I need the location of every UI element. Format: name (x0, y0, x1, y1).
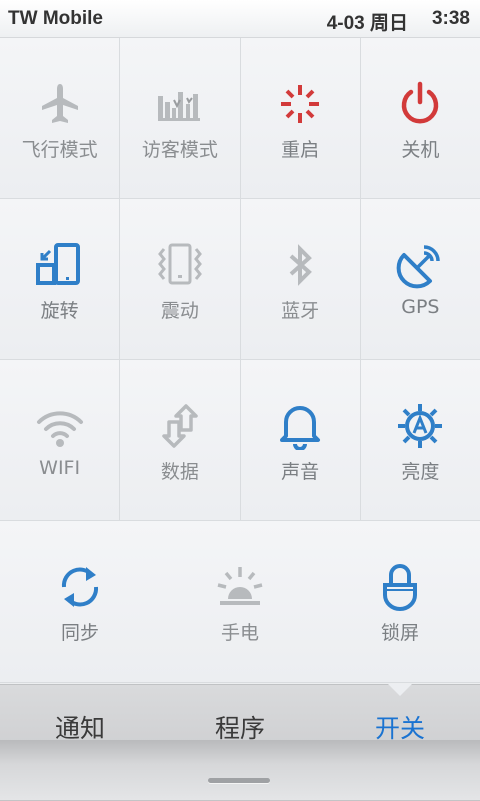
status-bar: TW Mobile 4-03 周日 3:38 (0, 0, 480, 38)
toggle-label: 旋转 (40, 300, 79, 322)
lock-screen-icon (383, 564, 417, 611)
power-icon (402, 81, 439, 124)
toggle-flashlight[interactable]: 手电 (160, 521, 320, 683)
toggle-guest-mode[interactable]: 访客模式 (120, 38, 241, 199)
carrier-name: TW Mobile (8, 8, 103, 29)
data-icon (162, 404, 198, 448)
bluetooth-icon (289, 244, 313, 286)
gps-icon (397, 245, 441, 289)
toggle-data[interactable]: 数据 (120, 360, 241, 521)
rotate-icon (35, 243, 80, 285)
active-tab-indicator (388, 684, 412, 696)
toggle-label: WIFI (39, 457, 81, 479)
status-time: 3:38 (431, 8, 470, 29)
flashlight-icon (217, 567, 263, 605)
airplane-icon (41, 84, 78, 123)
guest-mode-icon (157, 92, 200, 121)
sound-icon (280, 406, 321, 450)
toggle-label: 亮度 (401, 461, 440, 483)
toggle-sync[interactable]: 同步 (0, 521, 160, 683)
toggle-label: 同步 (60, 622, 99, 644)
toggle-brightness[interactable]: 亮度 (360, 360, 480, 521)
vibrate-icon (157, 243, 202, 285)
toggle-vibrate[interactable]: 震动 (120, 199, 241, 360)
toggle-airplane-mode[interactable]: 飞行模式 (0, 38, 121, 199)
toggle-wifi[interactable]: WIFI (0, 360, 121, 521)
sync-icon (61, 567, 99, 607)
toggle-restart[interactable]: 重启 (240, 38, 361, 199)
drag-handle[interactable] (208, 778, 270, 783)
toggle-label: 锁屏 (380, 622, 419, 644)
status-date: 4-03 周日 (326, 13, 408, 34)
toggle-label: 手电 (220, 622, 259, 644)
toggle-lock-screen[interactable]: 锁屏 (320, 521, 480, 683)
restart-icon (281, 85, 320, 123)
drag-bar[interactable] (0, 740, 480, 800)
toggle-power-off[interactable]: 关机 (360, 38, 480, 199)
wifi-icon (36, 411, 83, 447)
toggle-label: GPS (401, 296, 440, 318)
toggle-label: 声音 (281, 461, 320, 483)
toggle-label: 关机 (401, 139, 440, 161)
toggle-label: 访客模式 (141, 139, 218, 161)
toggle-label: 数据 (160, 461, 199, 483)
toggle-label: 重启 (281, 139, 320, 161)
toggle-label: 蓝牙 (281, 300, 320, 322)
toggle-label: 震动 (160, 300, 199, 322)
toggle-bluetooth[interactable]: 蓝牙 (240, 199, 361, 360)
toggle-label: 飞行模式 (21, 139, 98, 161)
toggle-sound[interactable]: 声音 (240, 360, 361, 521)
toggle-grid: 飞行模式 访客模式 重启 关机 旋转 震动 蓝牙 GPS WIFI 数据 声音 … (0, 38, 480, 683)
toggle-gps[interactable]: GPS (360, 199, 480, 360)
toggle-rotate[interactable]: 旋转 (0, 199, 121, 360)
brightness-icon (398, 404, 443, 448)
